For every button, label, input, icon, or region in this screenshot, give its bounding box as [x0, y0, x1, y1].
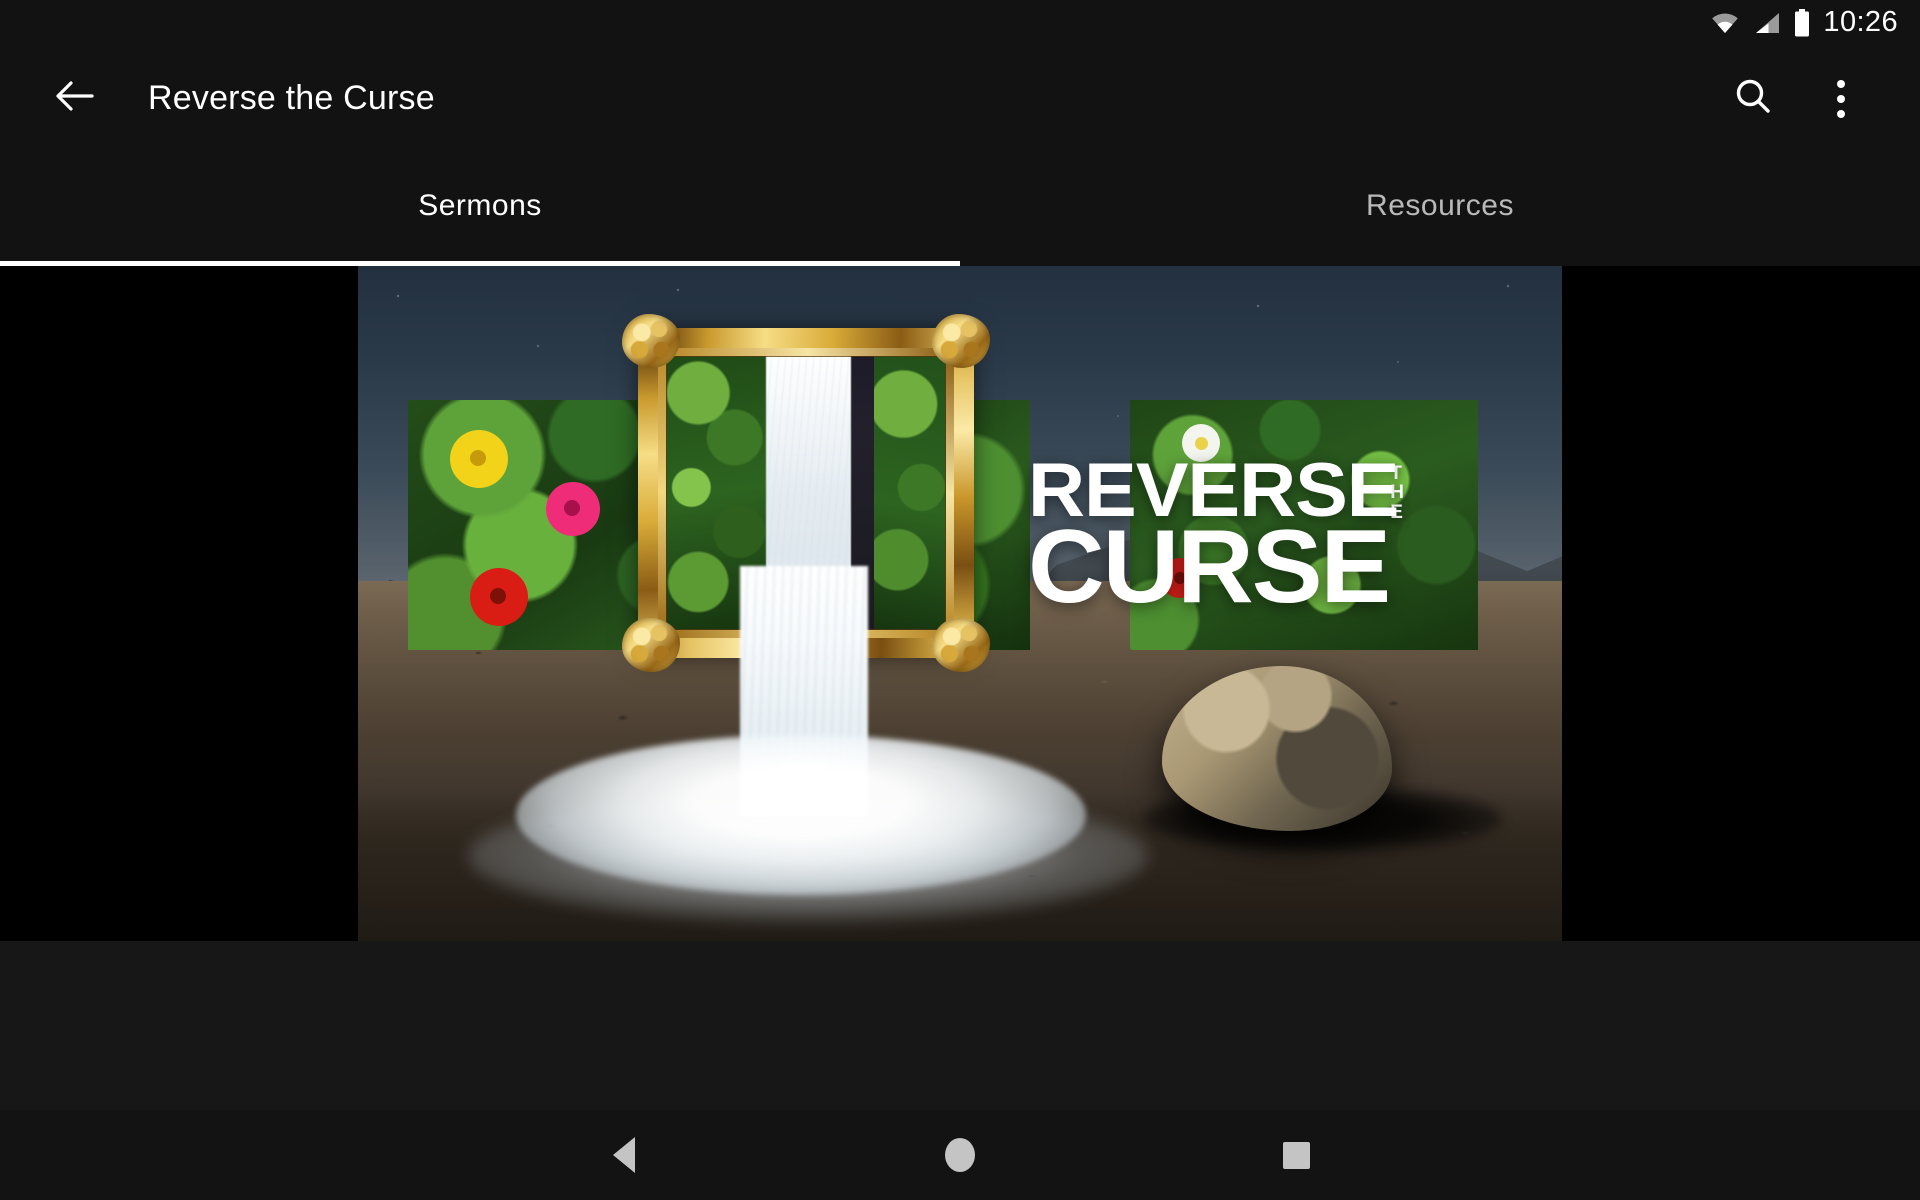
tab-resources[interactable]: Resources: [960, 151, 1920, 266]
frame-corner-ornament: [932, 618, 990, 672]
page-title: Reverse the Curse: [148, 79, 435, 117]
overflow-dot: [1837, 109, 1845, 118]
status-clock: 10:26: [1823, 5, 1898, 38]
nav-home-button[interactable]: [920, 1115, 1000, 1195]
dahlia-center: [490, 588, 506, 604]
search-button[interactable]: [1718, 64, 1788, 134]
series-artwork[interactable]: REVERSE T H E CURSE: [358, 266, 1562, 941]
overflow-dot: [1837, 94, 1845, 103]
nav-recents-icon: [1282, 1141, 1310, 1169]
nav-home-icon: [945, 1138, 975, 1172]
nav-back-icon: [613, 1137, 635, 1173]
tab-sermons[interactable]: Sermons: [0, 151, 960, 266]
content-area: REVERSE T H E CURSE: [0, 266, 1920, 1200]
pink-flower-center: [564, 500, 580, 516]
battery-icon: [1794, 9, 1810, 37]
wifi-icon: [1710, 11, 1740, 35]
app-bar: Reverse the Curse: [0, 46, 1920, 151]
status-icons-group: 10:26: [1710, 5, 1898, 39]
frame-corner-ornament: [932, 314, 990, 368]
tab-bar: Sermons Resources: [0, 151, 1920, 266]
frame-corner-ornament: [622, 314, 680, 368]
back-arrow-icon: [52, 74, 96, 123]
overflow-dot: [1837, 79, 1845, 88]
app-bar-actions: [1718, 64, 1876, 134]
frame-corner-ornament: [622, 618, 680, 672]
water-pool: [516, 735, 1086, 895]
nav-recents-button[interactable]: [1256, 1115, 1336, 1195]
tab-resources-label: Resources: [1366, 188, 1514, 222]
cellular-signal-icon: [1753, 11, 1781, 35]
series-title-lockup: REVERSE T H E CURSE: [1028, 452, 1405, 626]
tab-sermons-label: Sermons: [418, 188, 542, 222]
back-button[interactable]: [36, 61, 112, 137]
overflow-menu-icon: [1837, 79, 1845, 118]
status-bar: 10:26: [0, 0, 1920, 46]
system-navigation-bar: [0, 1110, 1920, 1200]
overflow-menu-button[interactable]: [1806, 64, 1876, 134]
tab-indicator: [0, 261, 960, 266]
lily-center: [470, 450, 486, 466]
nav-back-button[interactable]: [584, 1115, 664, 1195]
search-icon: [1732, 75, 1774, 122]
series-title-curse: CURSE: [1028, 509, 1391, 626]
app-screen: 10:26 Reverse the Curse Sermons Resource…: [0, 0, 1920, 1200]
